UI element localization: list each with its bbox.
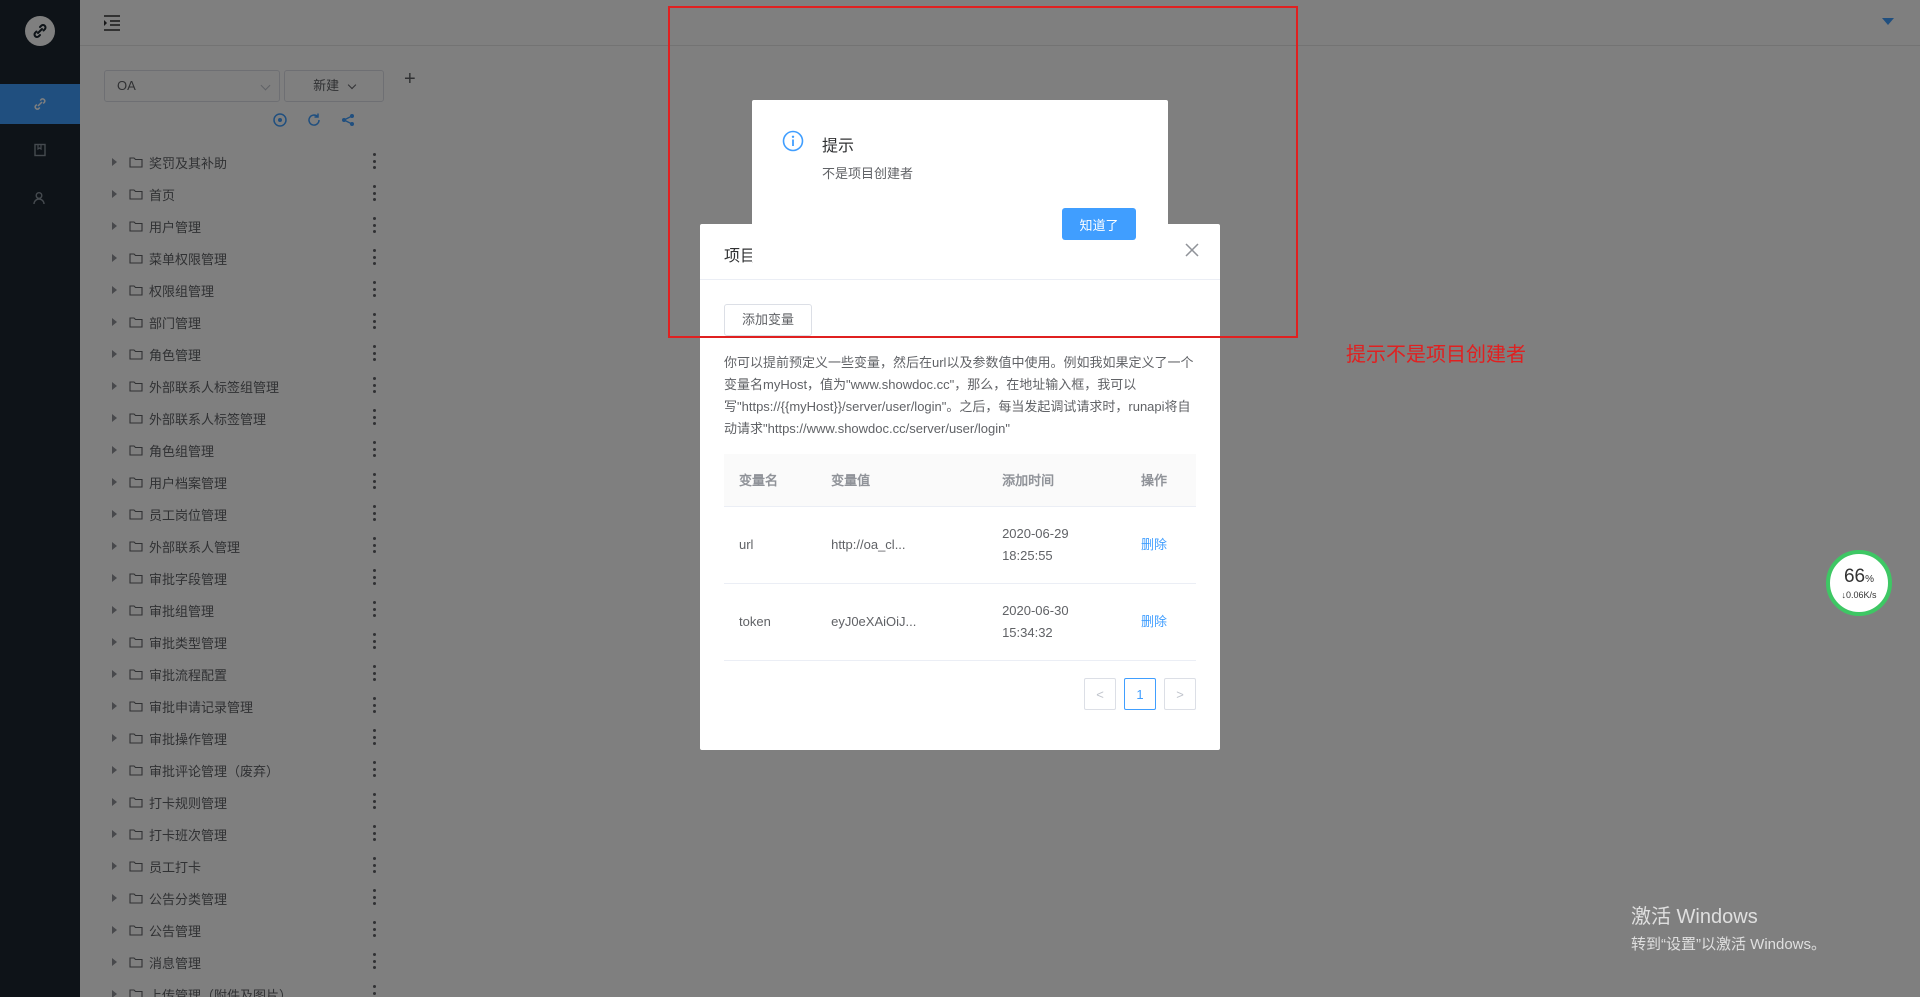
variable-time: 2020-06-29 18:25:55: [987, 506, 1127, 584]
variable-date: 2020-06-29: [1002, 525, 1069, 541]
watermark-subtitle: 转到“设置”以激活 Windows。: [1631, 936, 1827, 953]
speed-rate: ↓0.06K/s: [1841, 589, 1877, 600]
windows-activation-watermark: 激活 Windows 转到“设置”以激活 Windows。: [1631, 900, 1826, 954]
network-speed-widget[interactable]: 66% ↓0.06K/s: [1826, 550, 1892, 616]
column-header: 变量名: [724, 454, 817, 507]
variable-name: url: [724, 506, 817, 584]
watermark-title: 激活 Windows: [1631, 906, 1758, 928]
delete-link[interactable]: 删除: [1126, 506, 1196, 584]
page-number[interactable]: 1: [1124, 678, 1156, 710]
table-row: token eyJ0eXAiOiJ... 2020-06-30 15:34:32 …: [724, 583, 1196, 661]
variable-table: 变量名 变量值 添加时间 操作 url http://oa_cl... 2020…: [724, 454, 1196, 661]
variable-clock: 18:25:55: [1002, 547, 1053, 563]
prev-page-button[interactable]: <: [1084, 678, 1116, 710]
column-header: 变量值: [816, 454, 988, 507]
variable-value: eyJ0eXAiOiJ...: [816, 583, 988, 661]
speed-percent: 66: [1843, 565, 1866, 587]
delete-link[interactable]: 删除: [1126, 583, 1196, 661]
speed-percent-unit: %: [1865, 573, 1875, 585]
speed-percent-line: 66%: [1843, 565, 1875, 590]
variable-clock: 15:34:32: [1002, 624, 1053, 640]
variable-name: token: [724, 583, 817, 661]
column-header: 添加时间: [987, 454, 1127, 507]
annotation-frame: [668, 6, 1298, 338]
table-row: url http://oa_cl... 2020-06-29 18:25:55 删…: [724, 506, 1196, 584]
table-header-row: 变量名 变量值 添加时间 操作: [724, 454, 1196, 507]
variable-value: http://oa_cl...: [816, 506, 988, 584]
variable-date: 2020-06-30: [1002, 602, 1069, 618]
pagination: < 1 >: [1084, 678, 1196, 710]
variable-time: 2020-06-30 15:34:32: [987, 583, 1127, 661]
variable-description: 你可以提前预定义一些变量，然后在url以及参数值中使用。例如我如果定义了一个变量…: [724, 355, 1194, 436]
next-page-button[interactable]: >: [1164, 678, 1196, 710]
column-header: 操作: [1126, 454, 1196, 507]
annotation-note: 提示不是项目创建者: [1346, 344, 1526, 366]
